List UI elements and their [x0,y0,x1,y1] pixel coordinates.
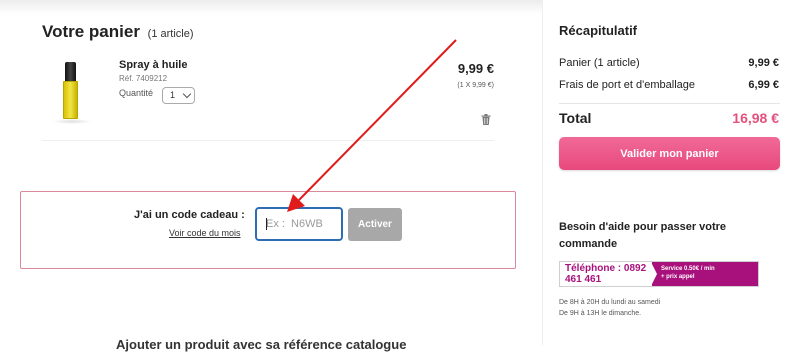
sidebar-divider [542,0,543,345]
trash-icon[interactable] [481,114,491,125]
chevron-down-icon [182,89,192,99]
hours-weekday: De 8H à 20H du lundi au samedi [559,299,661,306]
product-reference: Réf. 7409212 [119,74,168,83]
help-title: Besoin d'aide pour passer votre commande [559,221,727,250]
quantity-label: Quantité [119,88,154,98]
product-price: 9,99 € [457,61,494,76]
text-caret [266,218,267,230]
opening-hours: De 8H à 20H du lundi au samedi De 9H à 1… [559,297,660,319]
summary-sidebar [542,0,800,345]
phone-service-badge: Service 0.50€ / min + prix appel [651,262,758,286]
gift-code-input[interactable] [255,207,343,241]
phone-number: Téléphone : 0892 461 461 [565,263,647,285]
summary-value-shipping: 6,99 € [748,79,779,91]
cart-divider [42,140,494,141]
service-price: Service 0.50€ / min [661,266,715,272]
activate-button[interactable]: Activer [348,208,402,241]
total-value: 16,98 € [732,110,779,126]
summary-title: Récapitulatif [559,23,638,38]
service-extra: + prix appel [661,274,695,280]
code-of-month-link[interactable]: Voir code du mois [169,228,241,238]
product-image[interactable] [52,62,92,124]
hours-sunday: De 9H à 13H le dimanche. [559,310,642,317]
product-price-detail: (1 X 9,99 €) [457,82,494,89]
quantity-value: 1 [170,90,176,100]
summary-value-cart: 9,99 € [748,57,779,69]
cart-title: Votre panier (1 article) [42,22,194,42]
total-label: Total [559,110,592,126]
phone-box[interactable]: Téléphone : 0892 461 461 Service 0.50€ /… [559,261,759,287]
cart-title-text: Votre panier [42,22,140,41]
gift-code-label: J'ai un code cadeau : [134,209,245,221]
summary-divider [559,103,780,104]
summary-line-shipping: Frais de port et d'emballage [559,79,696,91]
product-name[interactable]: Spray à huile [119,59,187,71]
cart-count: (1 article) [147,28,194,40]
quantity-select[interactable]: 1 [162,87,195,104]
summary-line-cart: Panier (1 article) [559,57,640,69]
validate-cart-button[interactable]: Valider mon panier [559,137,780,170]
